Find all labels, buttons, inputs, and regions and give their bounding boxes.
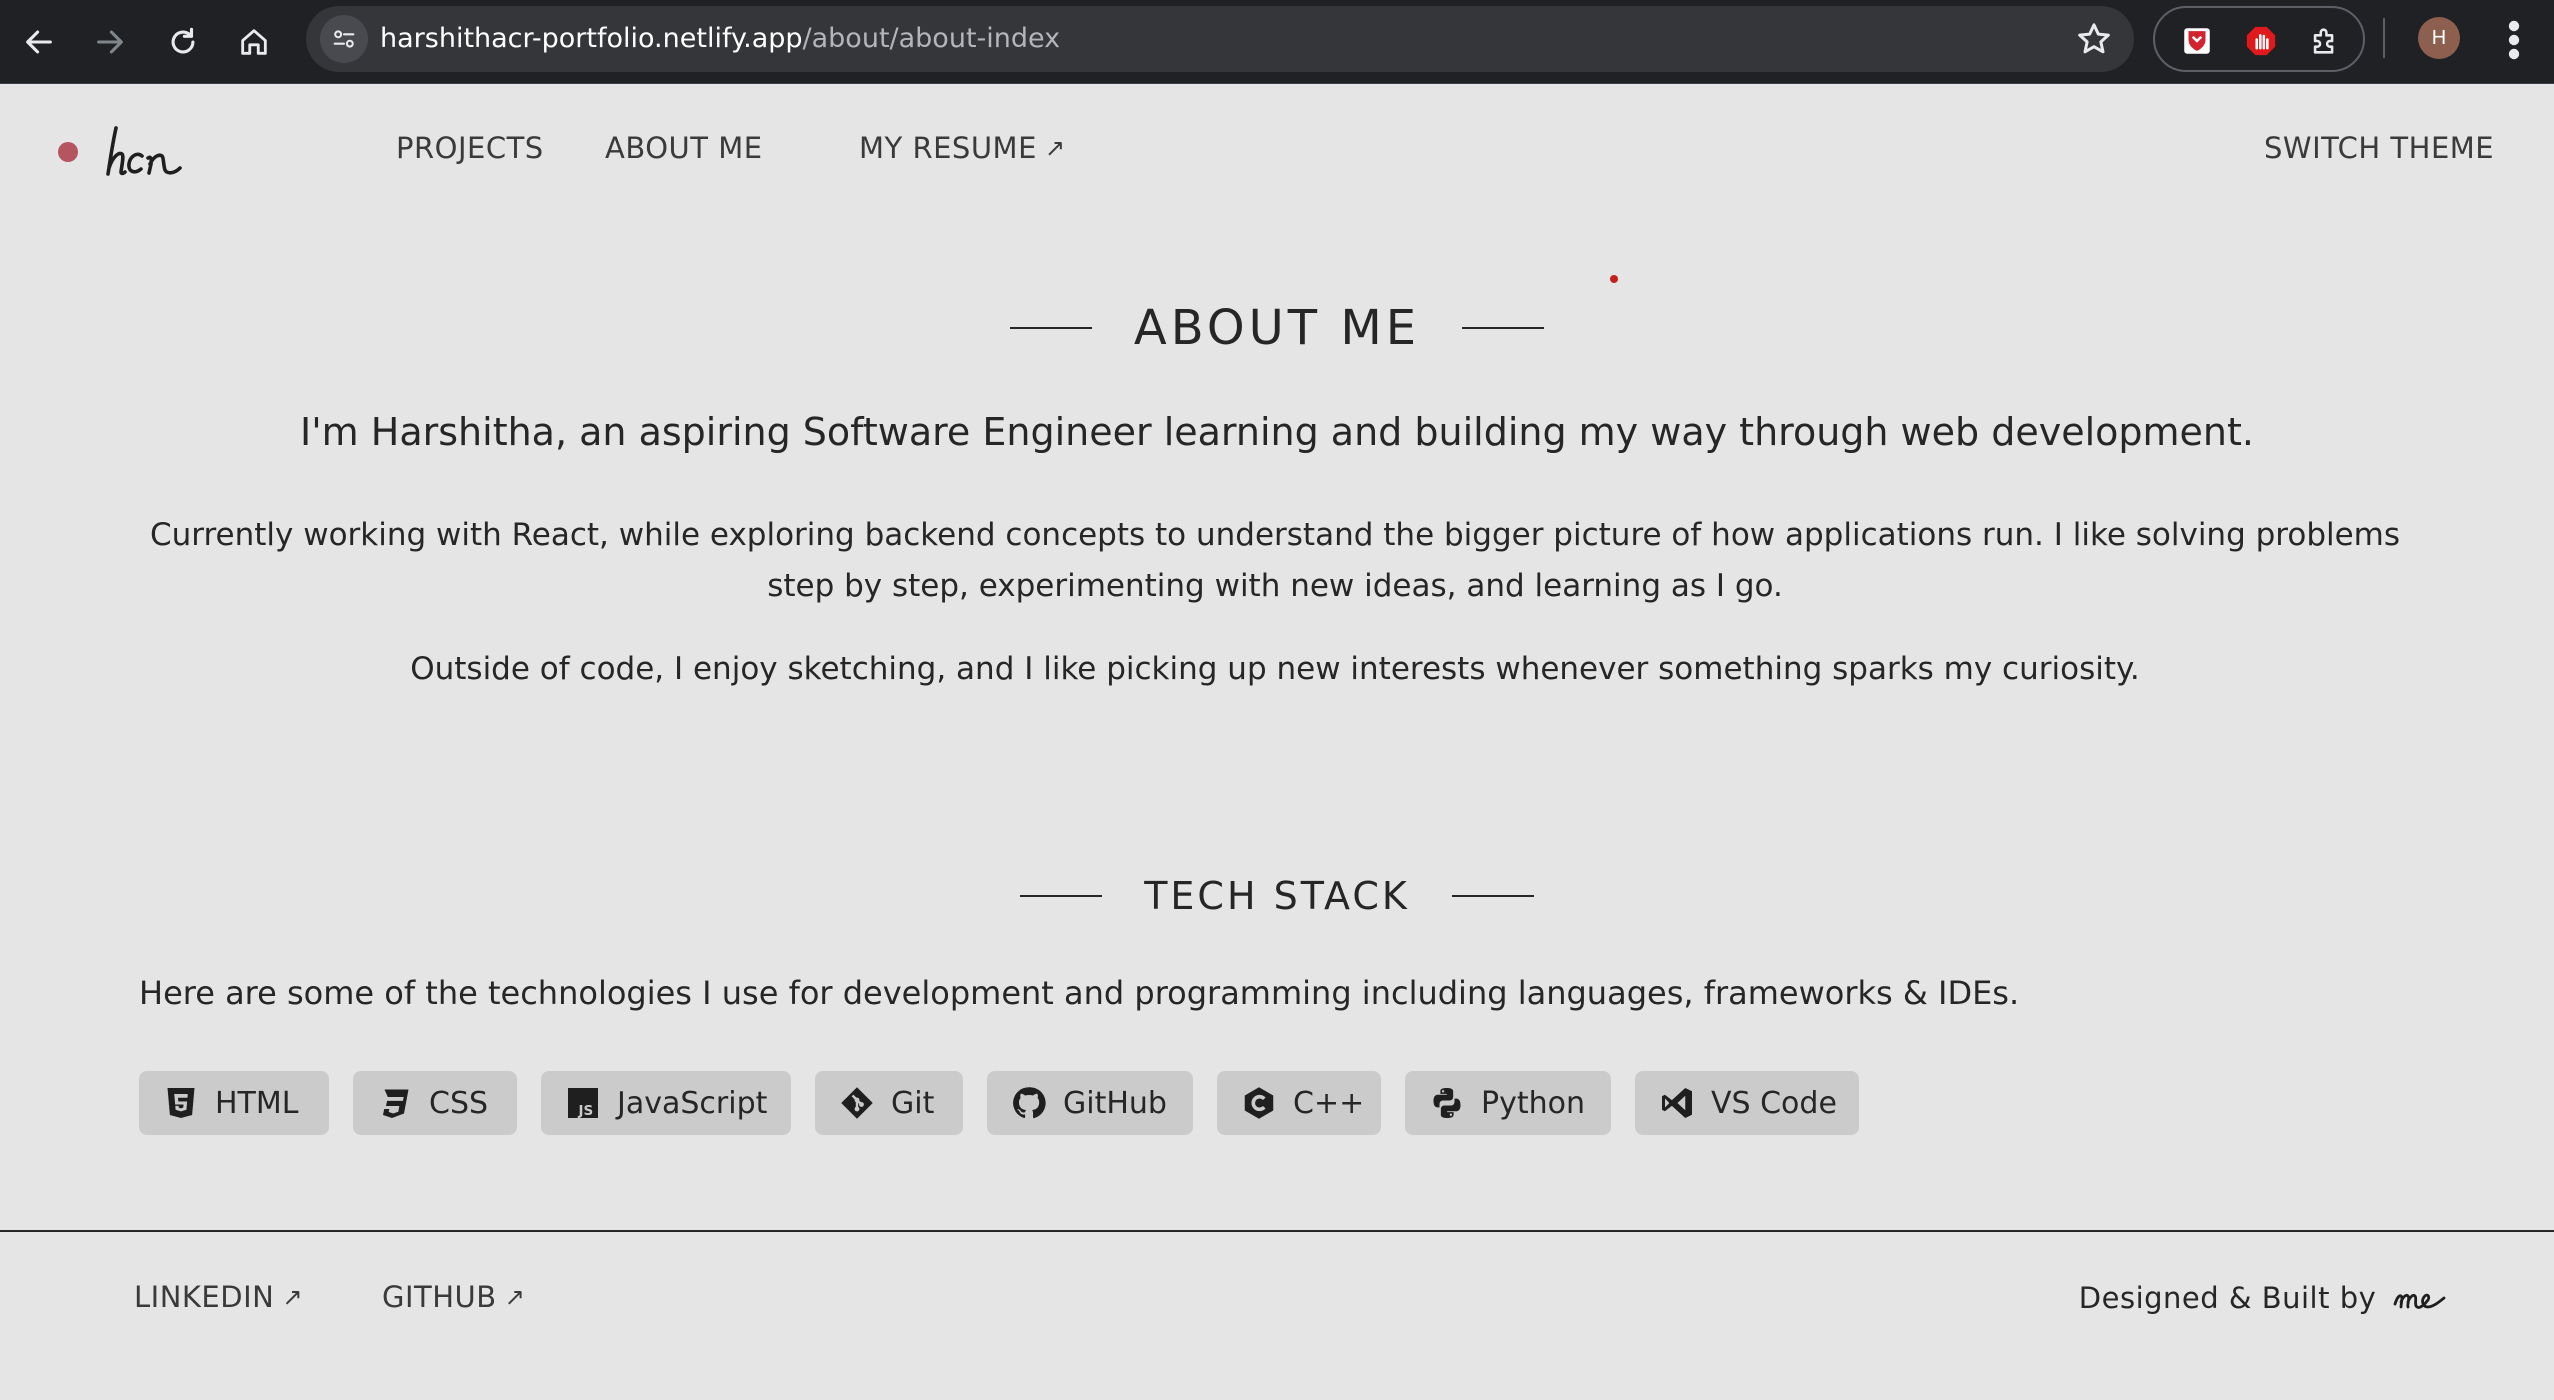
address-bar[interactable]: harshithacr-portfolio.netlify.app/about/…: [306, 6, 2134, 72]
nav-my-resume-label: MY RESUME: [859, 131, 1037, 165]
browser-toolbar: harshithacr-portfolio.netlify.app/about/…: [0, 0, 2554, 84]
tech-chip-label: VS Code: [1711, 1085, 1837, 1121]
cursor-dot: [1610, 275, 1618, 283]
reload-icon: [171, 27, 195, 54]
bookmark-star-icon[interactable]: [2074, 19, 2114, 59]
home-button[interactable]: [226, 14, 282, 70]
footer-linkedin-link[interactable]: LINKEDIN ↗: [134, 1280, 303, 1314]
back-button[interactable]: [11, 14, 67, 70]
tech-chip-label: GitHub: [1063, 1085, 1167, 1121]
footer-github-label: GITHUB: [382, 1280, 497, 1314]
nav-my-resume[interactable]: MY RESUME ↗: [859, 128, 1066, 168]
tech-chip-label: Git: [891, 1085, 935, 1121]
toolbar-divider: [2383, 18, 2385, 58]
external-link-arrow-icon: ↗: [504, 1283, 526, 1311]
more-menu-icon[interactable]: [2494, 12, 2534, 68]
github-icon: [1011, 1085, 1047, 1121]
html5-icon: [163, 1085, 199, 1121]
tech-chip-github: GitHub: [987, 1071, 1193, 1135]
footer-github-link[interactable]: GITHUB ↗: [382, 1280, 525, 1314]
signature-text: me: [2392, 1278, 2395, 1279]
javascript-icon: JS: [565, 1085, 601, 1121]
tech-chip-css: CSS: [353, 1071, 517, 1135]
footer-divider: [0, 1230, 2554, 1232]
external-link-arrow-icon: ↗: [282, 1283, 303, 1311]
url-path: /about/about-index: [802, 23, 1061, 54]
about-intro: I'm Harshitha, an aspiring Software Engi…: [300, 410, 2254, 454]
heading-rule-right: [1451, 895, 1534, 897]
extension-hand-button[interactable]: [2241, 21, 2281, 61]
profile-avatar[interactable]: H: [2418, 17, 2460, 59]
vscode-icon: [1659, 1085, 1695, 1121]
tech-chip-python: Python: [1405, 1071, 1611, 1135]
footer-credit-text: Designed & Built by: [2078, 1281, 2377, 1315]
nav-projects[interactable]: PROJECTS: [396, 128, 544, 168]
back-icon: [26, 30, 52, 54]
tech-chip-label: HTML: [215, 1085, 299, 1121]
url-text[interactable]: harshithacr-portfolio.netlify.app/about/…: [380, 6, 1060, 72]
css3-icon: [377, 1085, 413, 1121]
footer-linkedin-label: LINKEDIN: [134, 1280, 275, 1314]
site-info-button[interactable]: [320, 15, 368, 63]
extensions-puzzle-icon: [2313, 28, 2334, 54]
tech-chip-html: HTML: [139, 1071, 329, 1135]
home-icon: [241, 29, 267, 55]
extensions-area: [2153, 6, 2365, 72]
portfolio-page: hcr PROJECTS ABOUT ME MY RESUME ↗ SWITCH …: [0, 84, 2554, 1400]
external-link-arrow-icon: ↗: [1044, 134, 1066, 162]
tech-chip-cplusplus: C++: [1217, 1071, 1381, 1135]
tech-chip-vscode: VS Code: [1635, 1071, 1859, 1135]
switch-theme-button[interactable]: SWITCH THEME: [2264, 128, 2494, 168]
tech-stack-title: TECH STACK: [1144, 874, 1410, 918]
svg-text:JS: JS: [578, 1103, 594, 1119]
logo-dot: [58, 142, 78, 162]
nav-about-me[interactable]: ABOUT ME: [605, 128, 763, 168]
heading-rule-right: [1462, 327, 1545, 329]
about-paragraph-2: Outside of code, I enjoy sketching, and …: [410, 651, 2140, 687]
heading-rule-left: [1020, 895, 1103, 897]
about-me-heading: ABOUT ME: [0, 300, 2554, 356]
reload-button[interactable]: [155, 14, 211, 70]
tech-chip-javascript: JS JavaScript: [541, 1071, 791, 1135]
tech-stack-description: Here are some of the technologies I use …: [139, 974, 2020, 1012]
extension-hand-icon: [2246, 26, 2276, 56]
forward-button[interactable]: [82, 14, 138, 70]
tech-stack-heading: TECH STACK: [0, 874, 2554, 918]
footer-credit: Designed & Built by me: [2079, 1278, 2450, 1315]
git-icon: [839, 1085, 875, 1121]
tech-chip-git: Git: [815, 1071, 963, 1135]
cplusplus-icon: [1241, 1085, 1277, 1121]
logo-text: hcr: [104, 118, 106, 119]
python-icon: [1429, 1085, 1465, 1121]
about-me-title: ABOUT ME: [1133, 300, 1421, 356]
site-logo[interactable]: hcr: [104, 118, 190, 188]
tech-chip-label: C++: [1293, 1085, 1365, 1121]
tech-chip-label: CSS: [429, 1085, 489, 1121]
extensions-menu-button[interactable]: [2305, 21, 2345, 61]
forward-icon: [97, 30, 123, 54]
heading-rule-left: [1009, 327, 1092, 329]
tech-chip-label: JavaScript: [617, 1085, 768, 1121]
signature-me: me: [2392, 1278, 2446, 1309]
site-info-icon: [333, 30, 355, 48]
extension-shield-button[interactable]: [2177, 21, 2217, 61]
tech-chip-label: Python: [1481, 1085, 1585, 1121]
url-host: harshithacr-portfolio.netlify.app: [380, 23, 803, 54]
about-paragraph-1: Currently working with React, while expl…: [149, 517, 2401, 604]
extension-shield-icon: [2184, 28, 2210, 54]
